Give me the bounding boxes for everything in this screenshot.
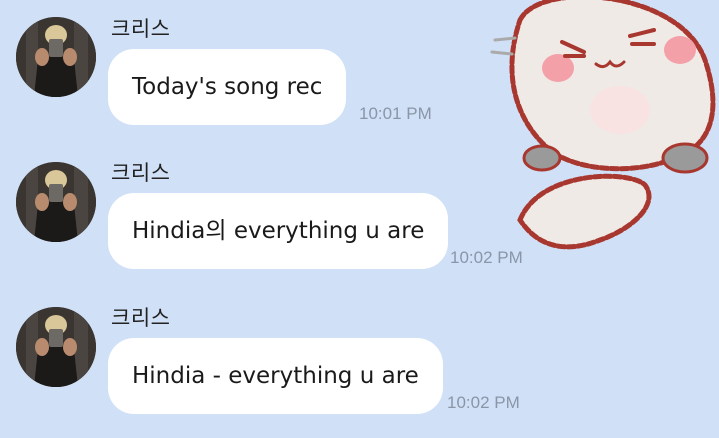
sender-name: 크리스 bbox=[111, 306, 171, 330]
avatar[interactable] bbox=[16, 162, 96, 242]
sender-name: 크리스 bbox=[111, 161, 171, 185]
message-bubble[interactable]: Hindia - everything u are bbox=[108, 338, 443, 414]
profile-photo-icon bbox=[16, 307, 96, 387]
chat-thread: 크리스 Today's song rec 10:01 PM 크리스 Hindia… bbox=[0, 0, 719, 438]
message-bubble[interactable]: Hindia의 everything u are bbox=[108, 193, 449, 269]
profile-photo-icon bbox=[16, 162, 96, 242]
message-time: 10:02 PM bbox=[450, 248, 523, 267]
message-item: 크리스 Hindia - everything u are 10:02 PM bbox=[0, 0, 719, 414]
avatar[interactable] bbox=[16, 307, 96, 387]
message-time: 10:02 PM bbox=[447, 393, 520, 412]
